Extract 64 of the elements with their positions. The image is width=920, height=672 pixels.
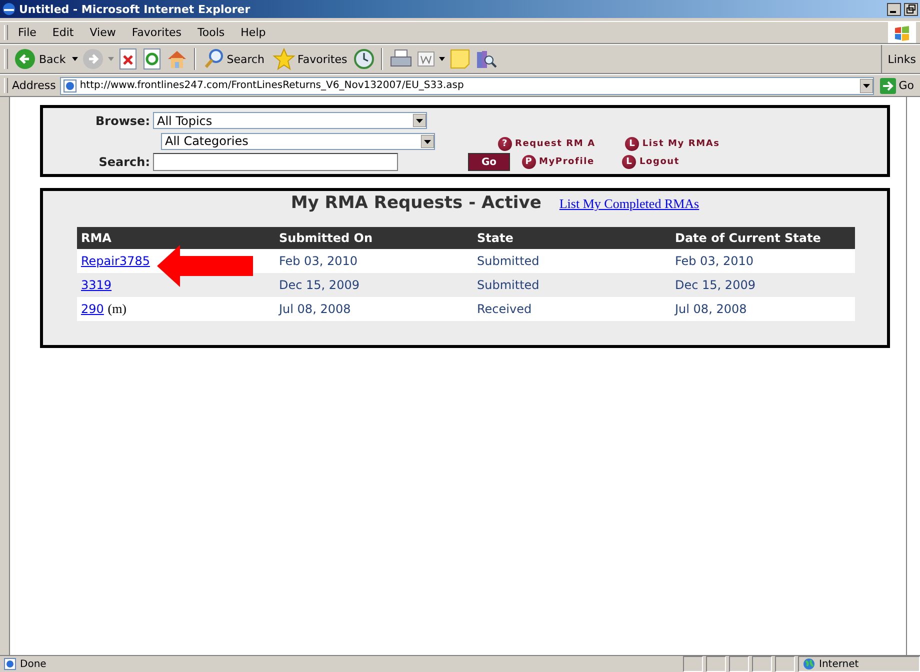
completed-rmas-link[interactable]: List My Completed RMAs xyxy=(559,196,700,212)
document-icon[interactable] xyxy=(417,50,436,68)
status-text: Done xyxy=(20,658,46,670)
table-cell: Submitted xyxy=(473,249,671,273)
column-header: Submitted On xyxy=(275,227,473,249)
rma-link[interactable]: 3319 xyxy=(81,278,112,292)
category-dropdown[interactable]: All Categories xyxy=(161,132,435,150)
magnifier-icon xyxy=(204,48,224,70)
menu-item[interactable]: Tools xyxy=(192,24,231,41)
table-cell: Jul 08, 2008 xyxy=(671,297,855,321)
table-cell: Submitted xyxy=(473,273,671,297)
menu-item[interactable]: View xyxy=(84,24,122,41)
table-cell: Dec 15, 2009 xyxy=(275,273,473,297)
topic-dropdown[interactable]: All Topics xyxy=(153,112,427,129)
dropdown-arrow-icon[interactable] xyxy=(860,78,873,92)
dropdown-arrow-icon[interactable] xyxy=(439,57,446,61)
browse-label: Browse: xyxy=(94,114,151,128)
go-arrow-icon xyxy=(880,78,896,94)
security-zone: Internet xyxy=(819,658,859,670)
page-icon xyxy=(62,78,77,92)
star-icon xyxy=(272,48,295,70)
column-header: State xyxy=(473,227,671,249)
dropdown-arrow-icon xyxy=(413,114,426,127)
nav-link[interactable]: L Logout xyxy=(622,155,680,169)
links-button[interactable]: Links xyxy=(888,52,916,66)
dropdown-arrow-icon[interactable] xyxy=(72,57,78,61)
search-field[interactable] xyxy=(153,153,398,171)
page-heading: My RMA Requests - Active xyxy=(290,193,542,213)
address-field[interactable]: http://www.frontlines247.com/FrontLinesReturns_V6_Nov132007/EU_S33.asp xyxy=(60,76,874,94)
rma-note: (m) xyxy=(108,301,127,316)
restore-icon[interactable] xyxy=(904,2,918,16)
back-button[interactable]: Back xyxy=(12,48,68,70)
menu-item[interactable]: Edit xyxy=(46,24,80,41)
page-icon xyxy=(4,658,16,670)
nav-link[interactable]: P MyProfile xyxy=(522,155,594,169)
books-icon[interactable] xyxy=(475,48,498,70)
history-icon[interactable] xyxy=(353,48,376,70)
table-cell: Received xyxy=(473,297,671,321)
minimize-icon[interactable] xyxy=(887,2,901,16)
refresh-icon[interactable] xyxy=(142,48,162,70)
column-header: RMA xyxy=(77,227,275,249)
go-button[interactable]: Go xyxy=(878,78,916,94)
nav-link[interactable]: L List My RMAs xyxy=(625,137,720,151)
column-header: Date of Current State xyxy=(671,227,855,249)
table-cell: Feb 03, 2010 xyxy=(275,249,473,273)
table-cell: Feb 03, 2010 xyxy=(671,249,855,273)
favorites-button[interactable]: Favorites xyxy=(270,48,350,70)
search-label: Search: xyxy=(98,155,151,169)
go-button[interactable]: Go xyxy=(468,153,510,171)
menu-item[interactable]: Help xyxy=(234,24,272,41)
table-cell: Jul 08, 2008 xyxy=(275,297,473,321)
nav-link[interactable]: ? Request RM A xyxy=(498,137,596,151)
stop-icon[interactable] xyxy=(118,48,138,70)
table-cell: Dec 15, 2009 xyxy=(671,273,855,297)
dropdown-arrow-icon xyxy=(421,134,434,148)
rma-link[interactable]: 290 xyxy=(81,302,104,316)
menu-item[interactable]: Favorites xyxy=(126,24,188,41)
menu-item[interactable]: File xyxy=(12,24,42,41)
address-label: Address xyxy=(12,79,56,92)
windows-flag-icon xyxy=(894,24,910,40)
search-button[interactable]: Search xyxy=(202,48,267,70)
browser-icon xyxy=(2,2,16,16)
window-title: Untitled - Microsoft Internet Explorer xyxy=(19,2,252,16)
globe-icon xyxy=(803,658,815,670)
